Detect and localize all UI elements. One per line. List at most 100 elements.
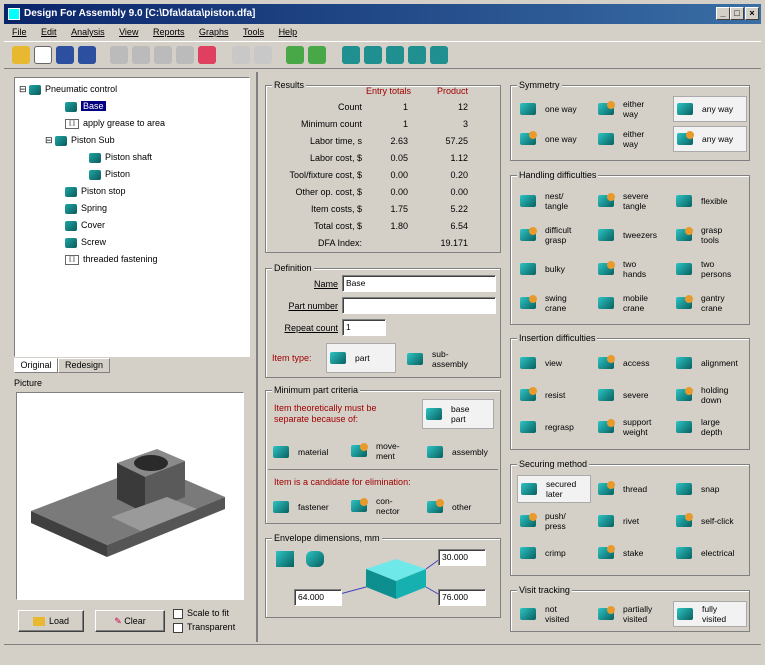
insertion-option[interactable]: severe [595, 381, 669, 409]
dimension-2-field[interactable]: 64.000 [294, 589, 342, 606]
tree-item-selected[interactable]: Base [65, 99, 106, 113]
securing-option[interactable]: push/ press [517, 507, 591, 535]
insertion-option[interactable]: alignment [673, 349, 747, 377]
visit-option[interactable]: partially visited [595, 601, 669, 627]
insertion-option[interactable]: view [517, 349, 591, 377]
clear-button[interactable]: ✎ Clear [95, 610, 165, 632]
assembly-option[interactable]: assembly [426, 439, 498, 465]
repeat-count-field[interactable]: 1 [342, 319, 386, 336]
undo-icon[interactable] [110, 46, 128, 64]
indent-icon[interactable] [386, 46, 404, 64]
box-shape-icon[interactable] [276, 551, 294, 567]
tree-item[interactable]: Piston [89, 167, 130, 181]
menu-tools[interactable]: Tools [243, 27, 264, 37]
securing-option[interactable]: crimp [517, 539, 591, 567]
menu-help[interactable]: Help [279, 27, 298, 37]
tree-item[interactable]: Cover [65, 218, 105, 232]
structure-tree[interactable]: ⊟ Pneumatic control Base ⟦⟧ apply grease … [14, 77, 250, 357]
expand-icon[interactable] [430, 46, 448, 64]
handling-option[interactable]: tweezers [595, 220, 669, 250]
tab-redesign[interactable]: Redesign [58, 358, 110, 373]
symmetry-option[interactable]: either way [595, 96, 669, 122]
connector-option[interactable]: con- nector [350, 491, 422, 521]
securing-option[interactable]: electrical [673, 539, 747, 567]
tree-item[interactable]: Spring [65, 201, 107, 215]
menu-graphs[interactable]: Graphs [199, 27, 229, 37]
part-number-field[interactable] [342, 297, 496, 314]
handling-option[interactable]: gantry crane [673, 288, 747, 318]
handling-option[interactable]: two hands [595, 254, 669, 284]
load-button[interactable]: Load [18, 610, 84, 632]
maximize-button[interactable]: □ [730, 7, 744, 20]
other-option[interactable]: other [426, 493, 498, 521]
symmetry-option[interactable]: one way [517, 96, 591, 122]
close-button[interactable]: × [745, 7, 759, 20]
scale-to-fit-checkbox[interactable] [173, 609, 183, 619]
move-down-icon[interactable] [364, 46, 382, 64]
transparent-checkbox[interactable] [173, 623, 183, 633]
save-all-icon[interactable] [78, 46, 96, 64]
cylinder-shape-icon[interactable] [306, 551, 324, 567]
print-preview-icon[interactable] [254, 46, 272, 64]
type-part-option[interactable]: part [326, 343, 396, 373]
tab-original[interactable]: Original [14, 358, 58, 373]
securing-option[interactable]: snap [673, 475, 747, 503]
handling-option[interactable]: bulky [517, 254, 591, 284]
handling-option[interactable]: flexible [673, 186, 747, 216]
movement-option[interactable]: move- ment [350, 437, 422, 465]
print-icon[interactable] [232, 46, 250, 64]
new-file-icon[interactable] [34, 46, 52, 64]
menu-reports[interactable]: Reports [153, 27, 185, 37]
insertion-option[interactable]: access [595, 349, 669, 377]
menu-file[interactable]: File [12, 27, 27, 37]
copy-icon[interactable] [154, 46, 172, 64]
visit-option[interactable]: not visited [517, 601, 591, 627]
menu-analysis[interactable]: Analysis [71, 27, 105, 37]
save-icon[interactable] [56, 46, 74, 64]
handling-option[interactable]: swing crane [517, 288, 591, 318]
cut-icon[interactable] [132, 46, 150, 64]
minimize-button[interactable]: _ [716, 7, 730, 20]
visit-option[interactable]: fully visited [673, 601, 747, 627]
symmetry-option[interactable]: either way [595, 126, 669, 152]
tree-item[interactable]: Screw [65, 235, 106, 249]
tree-item[interactable]: Piston shaft [89, 150, 152, 164]
tree-item[interactable]: ⊟ Piston Sub [45, 133, 115, 147]
handling-option[interactable]: severe tangle [595, 186, 669, 216]
move-up-icon[interactable] [342, 46, 360, 64]
name-field[interactable]: Base [342, 275, 496, 292]
material-option[interactable]: material [272, 439, 342, 465]
outdent-icon[interactable] [408, 46, 426, 64]
symmetry-option[interactable]: any way [673, 96, 747, 122]
securing-option[interactable]: stake [595, 539, 669, 567]
tree-item[interactable]: Piston stop [65, 184, 126, 198]
securing-option[interactable]: thread [595, 475, 669, 503]
handling-option[interactable]: nest/ tangle [517, 186, 591, 216]
tree-item[interactable]: ⟦⟧ apply grease to area [65, 116, 165, 130]
handling-option[interactable]: mobile crane [595, 288, 669, 318]
type-subassembly-option[interactable]: sub- assembly [406, 345, 496, 373]
insertion-option[interactable]: large depth [673, 413, 747, 441]
add-subassembly-icon[interactable] [308, 46, 326, 64]
securing-option[interactable]: secured later [517, 475, 591, 503]
splitter[interactable] [256, 72, 258, 642]
handling-option[interactable]: two persons [673, 254, 747, 284]
dimension-1-field[interactable]: 30.000 [438, 549, 486, 566]
dimension-3-field[interactable]: 76.000 [438, 589, 486, 606]
add-part-icon[interactable] [286, 46, 304, 64]
tree-item[interactable]: ⊟ Pneumatic control [19, 82, 117, 96]
insertion-option[interactable]: support weight [595, 413, 669, 441]
securing-option[interactable]: rivet [595, 507, 669, 535]
menu-view[interactable]: View [119, 27, 138, 37]
insertion-option[interactable]: regrasp [517, 413, 591, 441]
open-folder-icon[interactable] [12, 46, 30, 64]
menu-edit[interactable]: Edit [41, 27, 57, 37]
insertion-option[interactable]: resist [517, 381, 591, 409]
symmetry-option[interactable]: one way [517, 126, 591, 152]
check-icon[interactable] [198, 46, 216, 64]
fastener-option[interactable]: fastener [272, 493, 344, 521]
handling-option[interactable]: grasp tools [673, 220, 747, 250]
base-part-option[interactable]: base part [422, 399, 494, 429]
symmetry-option[interactable]: any way [673, 126, 747, 152]
tree-item[interactable]: ⟦⟧ threaded fastening [65, 252, 158, 266]
